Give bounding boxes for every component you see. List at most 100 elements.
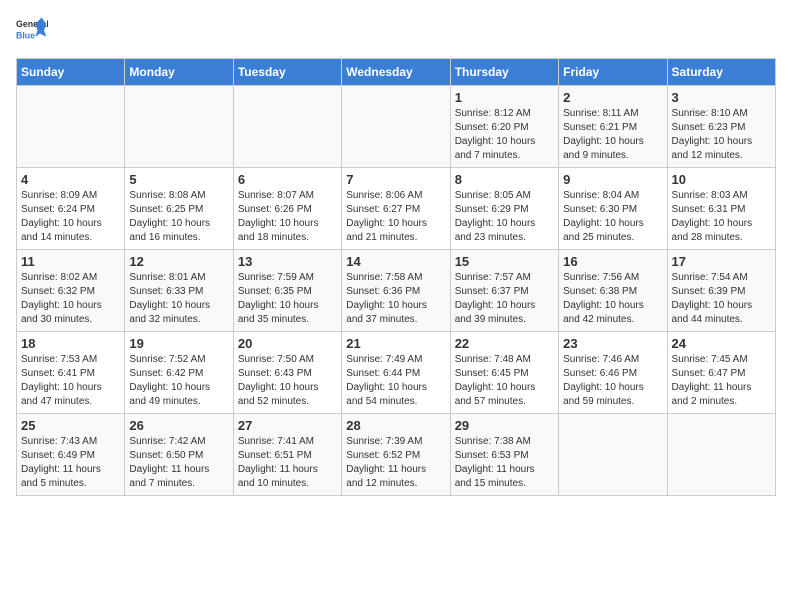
day-number: 9 bbox=[563, 172, 662, 187]
day-number: 23 bbox=[563, 336, 662, 351]
day-number: 2 bbox=[563, 90, 662, 105]
svg-text:Blue: Blue bbox=[16, 30, 35, 40]
day-number: 7 bbox=[346, 172, 445, 187]
column-header-tuesday: Tuesday bbox=[233, 59, 341, 86]
calendar-cell: 21 Sunrise: 7:49 AM Sunset: 6:44 PM Dayli… bbox=[342, 332, 450, 414]
calendar-week-row: 18 Sunrise: 7:53 AM Sunset: 6:41 PM Dayli… bbox=[17, 332, 776, 414]
column-header-thursday: Thursday bbox=[450, 59, 558, 86]
day-info: Sunrise: 8:06 AM Sunset: 6:27 PM Dayligh… bbox=[346, 189, 445, 245]
calendar-cell: 4 Sunrise: 8:09 AM Sunset: 6:24 PM Daylig… bbox=[17, 168, 125, 250]
calendar-cell bbox=[667, 414, 775, 496]
day-info: Sunrise: 7:59 AM Sunset: 6:35 PM Dayligh… bbox=[238, 271, 337, 327]
day-number: 6 bbox=[238, 172, 337, 187]
day-info: Sunrise: 7:58 AM Sunset: 6:36 PM Dayligh… bbox=[346, 271, 445, 327]
calendar-cell: 15Sunrise: 7:57 AM Sunset: 6:37 PM Dayli… bbox=[450, 250, 558, 332]
calendar-week-row: 1 Sunrise: 8:12 AM Sunset: 6:20 PM Daylig… bbox=[17, 86, 776, 168]
calendar-cell: 5 Sunrise: 8:08 AM Sunset: 6:25 PM Daylig… bbox=[125, 168, 233, 250]
day-number: 1 bbox=[455, 90, 554, 105]
day-number: 22 bbox=[455, 336, 554, 351]
day-number: 5 bbox=[129, 172, 228, 187]
calendar-cell: 29 Sunrise: 7:38 AM Sunset: 6:53 PM Dayli… bbox=[450, 414, 558, 496]
calendar-cell: 20 Sunrise: 7:50 AM Sunset: 6:43 PM Dayli… bbox=[233, 332, 341, 414]
day-info: Sunrise: 8:07 AM Sunset: 6:26 PM Dayligh… bbox=[238, 189, 337, 245]
calendar-cell: 2Sunrise: 8:11 AM Sunset: 6:21 PM Daylig… bbox=[559, 86, 667, 168]
day-info: Sunrise: 8:12 AM Sunset: 6:20 PM Dayligh… bbox=[455, 107, 554, 163]
column-header-saturday: Saturday bbox=[667, 59, 775, 86]
day-number: 29 bbox=[455, 418, 554, 433]
calendar-cell bbox=[559, 414, 667, 496]
calendar-cell: 11 Sunrise: 8:02 AM Sunset: 6:32 PM Dayli… bbox=[17, 250, 125, 332]
day-number: 28 bbox=[346, 418, 445, 433]
day-info: Sunrise: 8:05 AM Sunset: 6:29 PM Dayligh… bbox=[455, 189, 554, 245]
column-header-sunday: Sunday bbox=[17, 59, 125, 86]
day-info: Sunrise: 8:08 AM Sunset: 6:25 PM Dayligh… bbox=[129, 189, 228, 245]
day-number: 20 bbox=[238, 336, 337, 351]
header: General Blue bbox=[16, 16, 776, 48]
day-number: 10 bbox=[672, 172, 771, 187]
day-number: 12 bbox=[129, 254, 228, 269]
calendar-cell: 23 Sunrise: 7:46 AM Sunset: 6:46 PM Dayli… bbox=[559, 332, 667, 414]
day-number: 11 bbox=[21, 254, 120, 269]
calendar-cell: 19 Sunrise: 7:52 AM Sunset: 6:42 PM Dayli… bbox=[125, 332, 233, 414]
day-info: Sunrise: 7:52 AM Sunset: 6:42 PM Dayligh… bbox=[129, 353, 228, 409]
day-info: Sunrise: 7:43 AM Sunset: 6:49 PM Dayligh… bbox=[21, 435, 120, 491]
day-number: 26 bbox=[129, 418, 228, 433]
day-info: Sunrise: 8:10 AM Sunset: 6:23 PM Dayligh… bbox=[672, 107, 771, 163]
calendar-cell bbox=[342, 86, 450, 168]
day-info: Sunrise: 8:01 AM Sunset: 6:33 PM Dayligh… bbox=[129, 271, 228, 327]
calendar-cell: 13 Sunrise: 7:59 AM Sunset: 6:35 PM Dayli… bbox=[233, 250, 341, 332]
calendar-week-row: 11 Sunrise: 8:02 AM Sunset: 6:32 PM Dayli… bbox=[17, 250, 776, 332]
day-info: Sunrise: 8:03 AM Sunset: 6:31 PM Dayligh… bbox=[672, 189, 771, 245]
column-header-friday: Friday bbox=[559, 59, 667, 86]
calendar-cell: 17 Sunrise: 7:54 AM Sunset: 6:39 PM Dayli… bbox=[667, 250, 775, 332]
day-number: 19 bbox=[129, 336, 228, 351]
day-info: Sunrise: 7:38 AM Sunset: 6:53 PM Dayligh… bbox=[455, 435, 554, 491]
day-info: Sunrise: 7:41 AM Sunset: 6:51 PM Dayligh… bbox=[238, 435, 337, 491]
day-number: 24 bbox=[672, 336, 771, 351]
day-info: Sunrise: 7:42 AM Sunset: 6:50 PM Dayligh… bbox=[129, 435, 228, 491]
day-number: 8 bbox=[455, 172, 554, 187]
day-number: 14 bbox=[346, 254, 445, 269]
calendar-cell: 18 Sunrise: 7:53 AM Sunset: 6:41 PM Dayli… bbox=[17, 332, 125, 414]
calendar-cell: 1 Sunrise: 8:12 AM Sunset: 6:20 PM Daylig… bbox=[450, 86, 558, 168]
calendar-cell: 16 Sunrise: 7:56 AM Sunset: 6:38 PM Dayli… bbox=[559, 250, 667, 332]
day-number: 16 bbox=[563, 254, 662, 269]
day-info: Sunrise: 7:54 AM Sunset: 6:39 PM Dayligh… bbox=[672, 271, 771, 327]
calendar-cell: 25 Sunrise: 7:43 AM Sunset: 6:49 PM Dayli… bbox=[17, 414, 125, 496]
column-header-monday: Monday bbox=[125, 59, 233, 86]
day-info: Sunrise: 7:46 AM Sunset: 6:46 PM Dayligh… bbox=[563, 353, 662, 409]
calendar-table: SundayMondayTuesdayWednesdayThursdayFrid… bbox=[16, 58, 776, 496]
day-number: 21 bbox=[346, 336, 445, 351]
calendar-cell bbox=[233, 86, 341, 168]
calendar-week-row: 25 Sunrise: 7:43 AM Sunset: 6:49 PM Dayli… bbox=[17, 414, 776, 496]
day-number: 27 bbox=[238, 418, 337, 433]
day-info: Sunrise: 8:09 AM Sunset: 6:24 PM Dayligh… bbox=[21, 189, 120, 245]
day-info: Sunrise: 8:04 AM Sunset: 6:30 PM Dayligh… bbox=[563, 189, 662, 245]
calendar-cell: 27 Sunrise: 7:41 AM Sunset: 6:51 PM Dayli… bbox=[233, 414, 341, 496]
calendar-cell: 22 Sunrise: 7:48 AM Sunset: 6:45 PM Dayli… bbox=[450, 332, 558, 414]
day-number: 18 bbox=[21, 336, 120, 351]
day-info: Sunrise: 7:50 AM Sunset: 6:43 PM Dayligh… bbox=[238, 353, 337, 409]
calendar-cell bbox=[125, 86, 233, 168]
day-number: 25 bbox=[21, 418, 120, 433]
logo: General Blue bbox=[16, 16, 48, 48]
day-info: Sunrise: 7:39 AM Sunset: 6:52 PM Dayligh… bbox=[346, 435, 445, 491]
calendar-cell: 12 Sunrise: 8:01 AM Sunset: 6:33 PM Dayli… bbox=[125, 250, 233, 332]
day-info: Sunrise: 8:02 AM Sunset: 6:32 PM Dayligh… bbox=[21, 271, 120, 327]
day-info: Sunrise: 7:49 AM Sunset: 6:44 PM Dayligh… bbox=[346, 353, 445, 409]
day-number: 13 bbox=[238, 254, 337, 269]
day-info: Sunrise: 7:53 AM Sunset: 6:41 PM Dayligh… bbox=[21, 353, 120, 409]
day-info: Sunrise: 7:48 AM Sunset: 6:45 PM Dayligh… bbox=[455, 353, 554, 409]
day-info: Sunrise: 7:57 AM Sunset: 6:37 PM Dayligh… bbox=[455, 271, 554, 327]
calendar-cell: 7 Sunrise: 8:06 AM Sunset: 6:27 PM Daylig… bbox=[342, 168, 450, 250]
calendar-cell: 6 Sunrise: 8:07 AM Sunset: 6:26 PM Daylig… bbox=[233, 168, 341, 250]
day-info: Sunrise: 7:56 AM Sunset: 6:38 PM Dayligh… bbox=[563, 271, 662, 327]
calendar-week-row: 4 Sunrise: 8:09 AM Sunset: 6:24 PM Daylig… bbox=[17, 168, 776, 250]
calendar-cell: 8 Sunrise: 8:05 AM Sunset: 6:29 PM Daylig… bbox=[450, 168, 558, 250]
day-number: 17 bbox=[672, 254, 771, 269]
calendar-cell: 14 Sunrise: 7:58 AM Sunset: 6:36 PM Dayli… bbox=[342, 250, 450, 332]
calendar-header-row: SundayMondayTuesdayWednesdayThursdayFrid… bbox=[17, 59, 776, 86]
calendar-cell: 26 Sunrise: 7:42 AM Sunset: 6:50 PM Dayli… bbox=[125, 414, 233, 496]
day-number: 4 bbox=[21, 172, 120, 187]
calendar-cell: 9 Sunrise: 8:04 AM Sunset: 6:30 PM Daylig… bbox=[559, 168, 667, 250]
